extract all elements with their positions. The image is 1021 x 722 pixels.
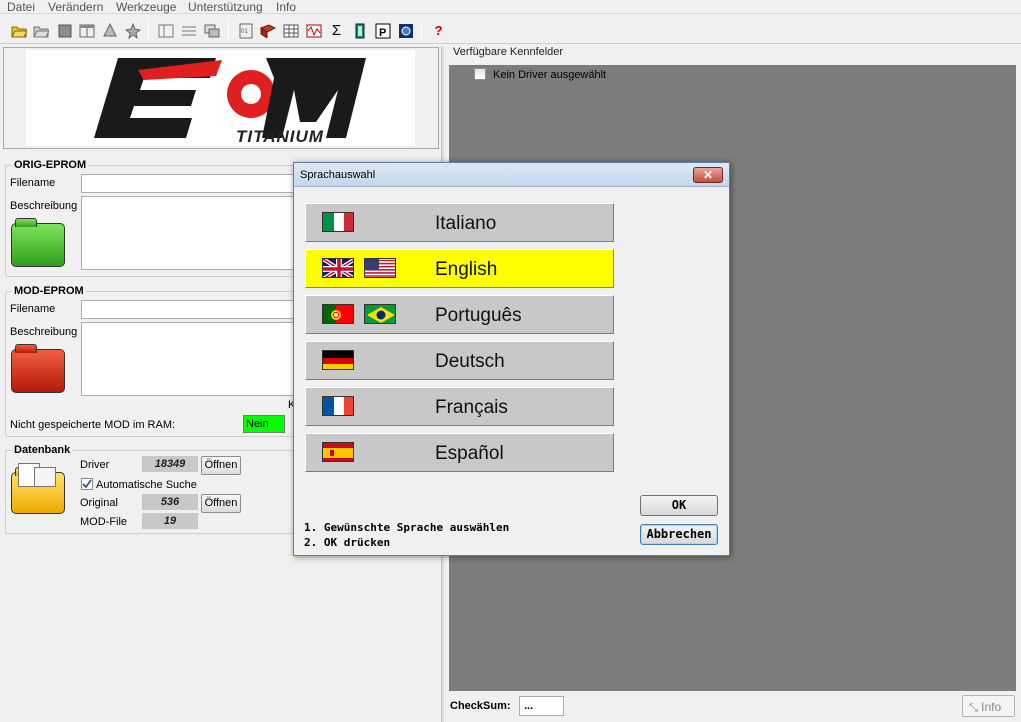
mod-red-folder-icon[interactable] <box>11 344 65 393</box>
auto-search-label: Automatische Suche <box>96 479 197 491</box>
language-label: Français <box>435 397 508 418</box>
mod-desc-label: Beschreibung <box>10 326 78 338</box>
table-icon[interactable] <box>282 22 299 39</box>
panel-icon[interactable] <box>157 22 174 39</box>
instruction-step-1: 1. Gewünschte Sprache auswählen <box>304 521 510 534</box>
language-deutsch-button[interactable]: Deutsch <box>305 341 614 380</box>
noise-icon[interactable] <box>305 22 322 39</box>
germany-flag-icon <box>322 350 354 370</box>
open-folder-2-icon[interactable] <box>32 22 49 39</box>
open-folder-icon[interactable] <box>10 22 27 39</box>
portugal-flag-icon <box>322 304 354 324</box>
unsaved-mod-status: Nein <box>243 415 285 433</box>
help-icon[interactable]: ? <box>430 22 447 39</box>
brazil-flag-icon <box>364 304 396 324</box>
unsaved-mod-label: Nicht gespeicherte MOD im RAM: <box>10 419 176 431</box>
mod-filename-label: Filename <box>10 303 56 315</box>
menu-veraendern[interactable]: Verändern <box>48 0 103 14</box>
sigma-icon[interactable]: Σ <box>328 22 345 39</box>
grid-icon[interactable] <box>180 22 197 39</box>
mod-eprom-title: MOD-EPROM <box>12 285 86 297</box>
star-icon[interactable] <box>124 22 141 39</box>
save-icon[interactable] <box>56 22 73 39</box>
driver-count: 18349 <box>142 456 198 472</box>
language-label: Italiano <box>435 213 497 234</box>
orig-green-folder-icon[interactable] <box>11 218 65 267</box>
language-english-button[interactable]: English <box>305 249 614 288</box>
orig-filename-label: Filename <box>10 177 56 189</box>
menu-bar: Datei Verändern Werkzeuge Unterstützung … <box>0 0 1021 14</box>
svg-text:P: P <box>379 27 386 39</box>
uk-flag-icon <box>322 258 354 278</box>
driver-label: Driver <box>80 459 110 471</box>
us-flag-icon <box>364 258 396 278</box>
menu-info[interactable]: Info <box>276 0 296 14</box>
modfile-count: 19 <box>142 513 198 529</box>
auto-search-checkbox[interactable] <box>81 478 93 490</box>
language-francais-button[interactable]: Français <box>305 387 614 426</box>
orig-filename-field[interactable] <box>81 174 301 193</box>
tree-icon[interactable] <box>101 22 118 39</box>
info-button-label: Info <box>981 700 1002 714</box>
cancel-button[interactable]: Abbrechen <box>640 524 718 545</box>
orig-desc-field[interactable] <box>81 196 301 270</box>
original-count: 536 <box>142 494 198 510</box>
available-maps-title: Verfügbare Kennfelder <box>453 46 564 58</box>
globe-icon[interactable] <box>397 22 414 39</box>
language-label: English <box>435 259 498 280</box>
language-label: Português <box>435 305 522 326</box>
no-driver-label: Kein Driver ausgewählt <box>493 69 607 81</box>
language-label: Deutsch <box>435 351 505 372</box>
mod-filename-field[interactable] <box>81 300 301 319</box>
dialog-titlebar[interactable]: Sprachauswahl ✕ <box>294 163 729 187</box>
modfile-label: MOD-File <box>80 516 128 528</box>
logo-panel: TITANIUM <box>3 47 439 149</box>
toolbar: 01 Σ P ? <box>0 16 1021 44</box>
checksum-label: CheckSum: <box>450 700 511 712</box>
language-portugues-button[interactable]: Português <box>305 295 614 334</box>
info-button[interactable]: ⤡ Info <box>962 695 1015 717</box>
language-label: Español <box>435 443 504 464</box>
orig-eprom-title: ORIG-EPROM <box>12 159 89 171</box>
menu-datei[interactable]: Datei <box>7 0 35 14</box>
svg-text:01: 01 <box>241 29 248 35</box>
dialog-title: Sprachauswahl <box>300 169 376 181</box>
spain-flag-icon <box>322 442 354 462</box>
datenbank-title: Datenbank <box>12 444 73 456</box>
database-folder-icon <box>11 463 65 514</box>
battery-icon[interactable] <box>351 22 368 39</box>
windows-icon[interactable] <box>203 22 220 39</box>
logo-subtitle: TITANIUM <box>236 127 324 146</box>
ecm-titanium-logo: TITANIUM <box>26 50 415 146</box>
language-espanol-button[interactable]: Español <box>305 433 614 472</box>
italy-flag-icon <box>322 212 354 232</box>
original-open-button[interactable]: Öffnen <box>201 494 241 513</box>
france-flag-icon <box>322 396 354 416</box>
dialog-close-button[interactable]: ✕ <box>693 167 723 183</box>
driver-open-button[interactable]: Öffnen <box>201 456 241 475</box>
original-label: Original <box>80 497 118 509</box>
book-icon[interactable] <box>259 22 276 39</box>
language-dialog: Sprachauswahl ✕ Italiano English Portugu… <box>293 162 730 556</box>
checksum-field: ... <box>519 696 564 716</box>
instruction-step-2: 2. OK drücken <box>304 536 391 549</box>
mod-desc-field[interactable] <box>81 322 301 396</box>
info-cursor-icon: ⤡ <box>969 702 978 714</box>
ok-button[interactable]: OK <box>640 495 718 516</box>
window-icon[interactable] <box>78 22 95 39</box>
menu-werkzeuge[interactable]: Werkzeuge <box>116 0 176 14</box>
p-icon[interactable]: P <box>374 22 391 39</box>
binary-icon[interactable]: 01 <box>237 22 254 39</box>
no-driver-checkbox[interactable] <box>474 68 486 80</box>
orig-desc-label: Beschreibung <box>10 200 78 212</box>
language-italiano-button[interactable]: Italiano <box>305 203 614 242</box>
menu-unterstuetzung[interactable]: Unterstützung <box>188 0 263 14</box>
